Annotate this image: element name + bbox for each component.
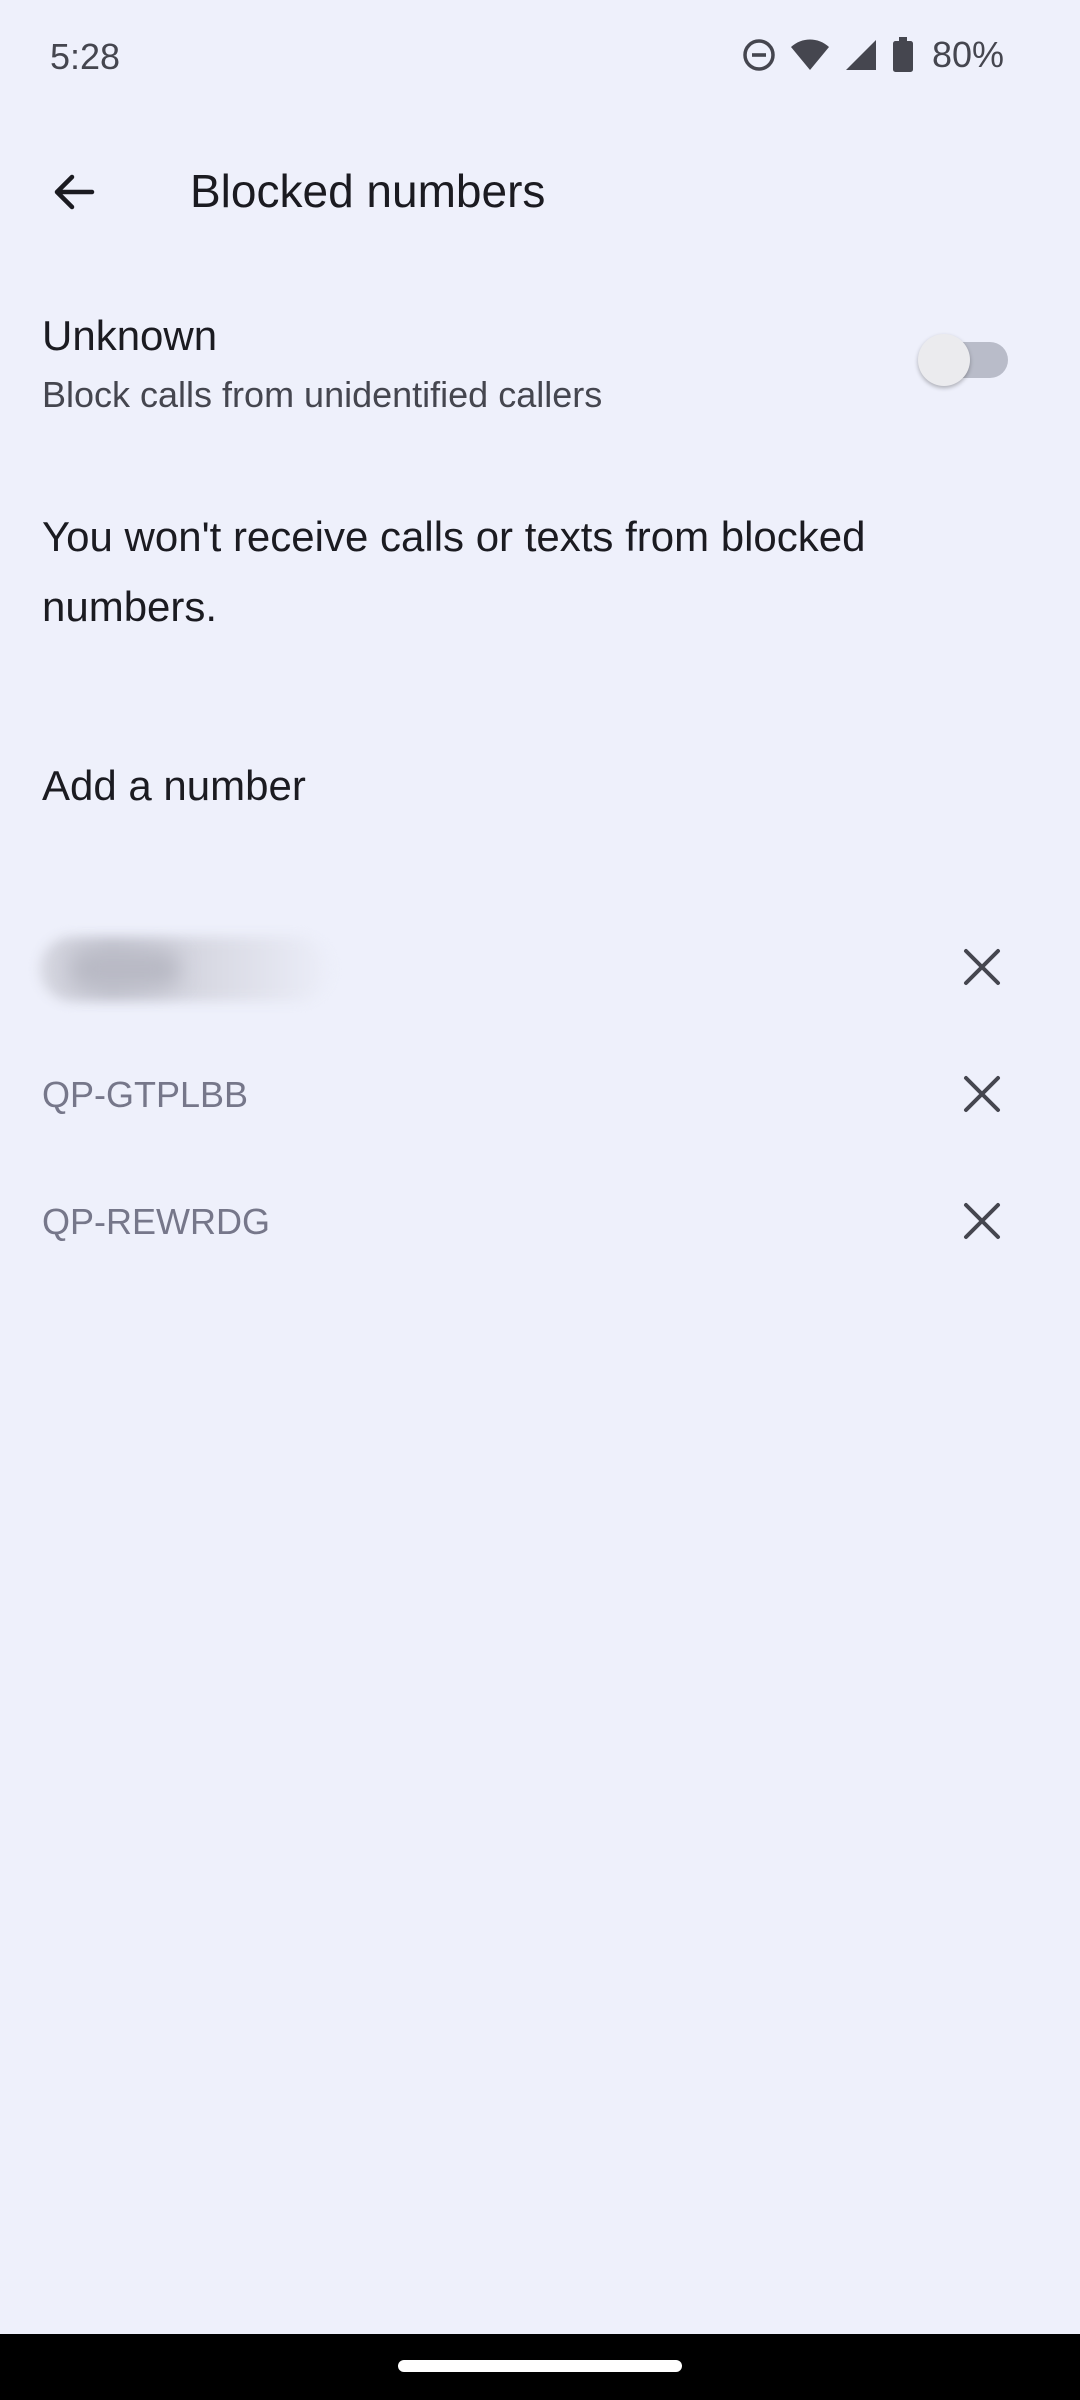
unknown-setting-subtitle: Block calls from unidentified callers [42,374,603,415]
unknown-callers-setting[interactable]: Unknown Block calls from unidentified ca… [0,290,1080,440]
blocked-numbers-list: QP-GTPLBB QP-REWRDG [0,907,1080,1288]
battery-percent: 80% [931,34,1004,75]
unknown-setting-title: Unknown [42,312,218,359]
add-number-button[interactable]: Add a number [0,740,1080,836]
blocked-number: QP-GTPLBB [42,1074,249,1115]
unblock-button[interactable] [944,1058,1020,1134]
blocked-info-text: You won't receive calls or texts from bl… [42,513,866,630]
status-icons: 80% [742,34,1004,76]
unknown-callers-toggle[interactable] [918,334,1008,386]
unblock-button[interactable] [944,1185,1020,1261]
wifi-icon [790,38,830,72]
blocked-number: QP-REWRDG [42,1201,270,1242]
close-icon [962,947,1002,992]
unblock-button[interactable] [944,931,1020,1007]
close-icon [962,1074,1002,1119]
toggle-thumb [918,334,970,386]
arrow-back-icon [50,168,98,221]
redacted-number-blur [70,951,180,987]
app-bar: Blocked numbers [0,130,1080,254]
status-bar: 5:28 80% [0,0,1080,120]
home-indicator[interactable] [398,2360,682,2372]
list-item [0,907,1080,1034]
navigation-bar [0,2334,1080,2400]
cell-signal-icon [844,38,878,72]
battery-icon [892,37,914,73]
back-button[interactable] [34,154,114,234]
do-not-disturb-icon [742,38,776,72]
list-item: QP-REWRDG [0,1161,1080,1288]
add-number-label: Add a number [42,762,306,809]
page-title: Blocked numbers [190,165,546,217]
status-time: 5:28 [50,36,121,77]
close-icon [962,1201,1002,1246]
list-item: QP-GTPLBB [0,1034,1080,1161]
